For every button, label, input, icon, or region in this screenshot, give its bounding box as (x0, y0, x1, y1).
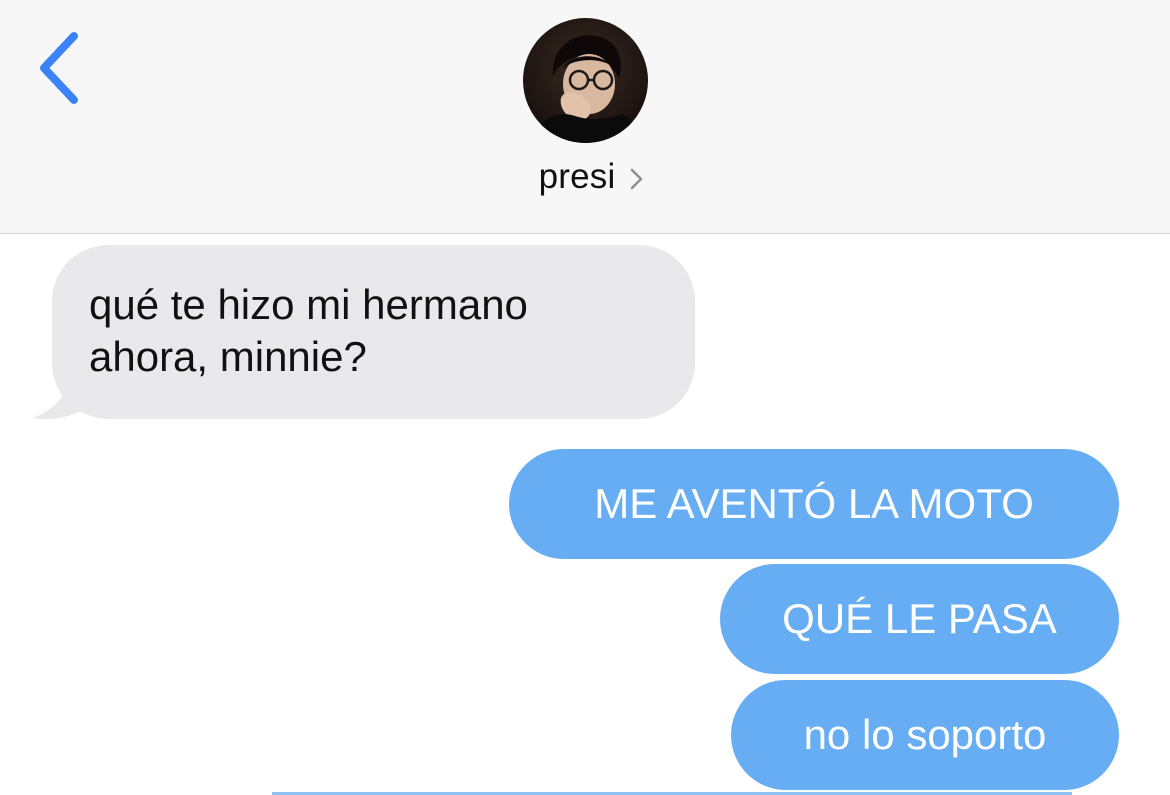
chevron-right-icon (631, 168, 643, 190)
message-line: ahora, minnie? (89, 333, 367, 380)
conversation-header: presi (0, 0, 1170, 234)
message-text: QUÉ LE PASA (782, 595, 1057, 642)
contact-name: presi (538, 157, 616, 196)
received-message[interactable]: qué te hizo mi hermano ahora, minnie? (52, 245, 695, 419)
avatar[interactable] (523, 18, 648, 143)
imessage-conversation: presi qué te hizo mi hermano ahora, minn… (0, 0, 1170, 795)
contact-name-button[interactable]: presi (0, 152, 1170, 202)
back-button[interactable] (30, 28, 90, 108)
chevron-left-icon (40, 32, 78, 104)
sent-message[interactable]: QUÉ LE PASA (720, 564, 1119, 674)
message-line: qué te hizo mi hermano (89, 281, 528, 328)
message-text: ME AVENTÓ LA MOTO (594, 480, 1034, 527)
message-text: no lo soporto (803, 711, 1047, 758)
sent-message[interactable]: ME AVENTÓ LA MOTO (509, 449, 1119, 559)
avatar-photo (523, 18, 648, 143)
sent-message[interactable]: no lo soporto (731, 680, 1119, 790)
